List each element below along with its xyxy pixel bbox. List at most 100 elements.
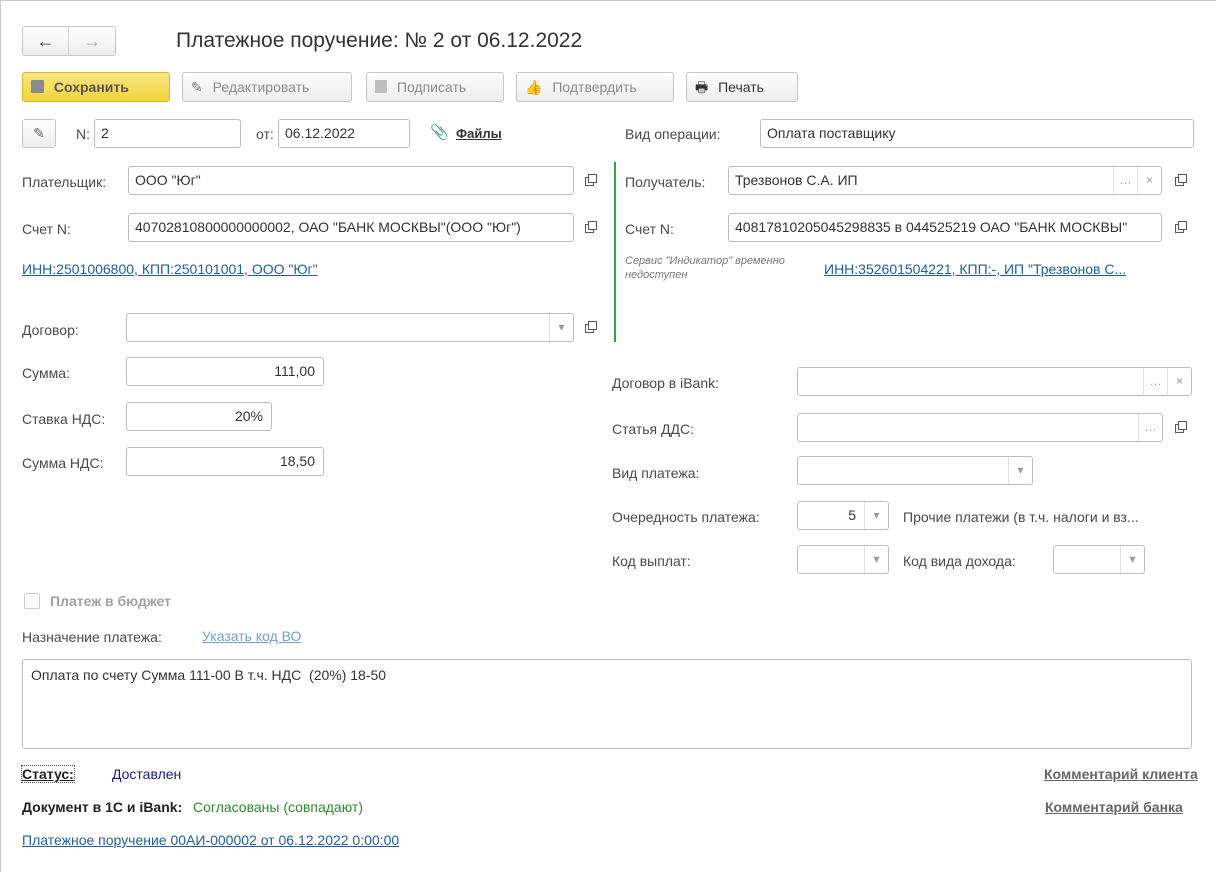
recipient-field[interactable]: Трезвонов С.А. ИП … × [728,166,1162,195]
edit-button-label: Редактировать [212,79,310,95]
payout-code-dropdown-button[interactable]: ▾ [864,546,888,573]
operation-field[interactable]: Оплата поставщику [760,119,1194,148]
payout-code-select[interactable]: ▾ [797,545,889,574]
clear-icon: × [1175,374,1183,388]
income-code-select[interactable]: ▾ [1053,545,1145,574]
number-label: N: [76,126,90,142]
status-value: Доставлен [112,766,182,782]
purpose-label: Назначение платежа: [22,629,162,645]
payer-account-field[interactable]: 40702810800000000002, ОАО "БАНК МОСКВЫ"(… [128,213,574,242]
vat-rate-label: Ставка НДС: [22,411,106,427]
payer-inn-link[interactable]: ИНН:2501006800, КПП:250101001, ООО "Юг" [22,261,318,277]
payer-account-label: Счет N: [22,221,71,237]
recipient-select-button[interactable]: … [1113,167,1137,194]
forward-button[interactable]: → [69,27,115,55]
section-divider [614,162,616,342]
purpose-textarea[interactable]: Оплата по счету Сумма 111-00 В т.ч. НДС … [22,659,1192,749]
printer-icon: 🖶 [695,79,709,95]
save-button[interactable]: Сохранить [22,72,170,102]
vat-sum-label: Сумма НДС: [22,455,104,471]
files-link[interactable]: Файлы [456,126,502,141]
ibank-contract-select-button[interactable]: … [1143,368,1167,395]
window-frame-top [0,0,1216,1]
confirm-button[interactable]: 👍 Подтвердить [516,72,674,102]
chevron-down-icon: ▾ [873,508,880,522]
contract-field[interactable]: ▾ [126,313,574,342]
open-form-icon [1174,221,1187,233]
number-input[interactable]: 2 [94,119,241,148]
date-input[interactable]: 06.12.2022 [278,119,410,148]
window-frame-left [0,0,1,872]
budget-checkbox[interactable] [24,593,40,609]
paperclip-icon: 📎 [430,124,449,141]
recipient-account-label: Счет N: [625,221,674,237]
contract-label: Договор: [22,322,79,338]
purpose-code-link[interactable]: Указать код ВО [202,628,301,644]
open-form-icon [584,321,597,333]
status-label[interactable]: Статус: [21,765,75,783]
vat-sum-input[interactable]: 18,50 [126,447,324,476]
recipient-account-field[interactable]: 40817810205045298835 в 044525219 ОАО "БА… [728,213,1162,242]
chevron-down-icon: ▾ [1129,552,1136,566]
payment-order-link[interactable]: Платежное поручение 00АИ-000002 от 06.12… [22,832,399,848]
document-compare-label: Документ в 1С и iBank: [22,799,183,815]
recipient-label: Получатель: [625,174,706,190]
open-form-icon [1174,174,1187,186]
date-label: от: [256,126,274,142]
sum-input[interactable]: 111,00 [126,357,324,386]
pencil-icon: ✎ [33,125,45,141]
dds-label: Статья ДДС: [612,421,694,437]
print-button-label: Печать [718,79,764,95]
open-form-icon [584,174,597,186]
recipient-clear-button[interactable]: × [1137,167,1161,194]
payment-type-label: Вид платежа: [612,465,700,481]
contract-open-button[interactable] [578,313,602,342]
chevron-down-icon: ▾ [873,552,880,566]
chevron-down-icon: ▾ [558,320,565,334]
payer-field[interactable]: ООО "Юг" [128,166,574,195]
budget-checkbox-label: Платеж в бюджет [50,593,172,609]
sign-button[interactable]: Подписать [366,72,504,102]
save-button-label: Сохранить [53,79,129,95]
contract-dropdown-button[interactable]: ▾ [549,314,573,341]
print-button[interactable]: 🖶 Печать [686,72,798,102]
payment-type-dropdown-button[interactable]: ▾ [1008,457,1032,484]
thumbs-up-icon: 👍 [525,79,543,95]
priority-dropdown-button[interactable]: ▾ [864,502,888,529]
recipient-open-button[interactable] [1168,166,1192,195]
chevron-down-icon: ▾ [1017,463,1024,477]
ibank-contract-clear-button[interactable]: × [1167,368,1191,395]
payer-account-open-button[interactable] [578,213,602,242]
payment-type-select[interactable]: ▾ [797,456,1033,485]
floppy-disk-icon [31,80,44,93]
client-comment-link[interactable]: Комментарий клиента [1044,766,1198,782]
sign-document-icon [375,80,387,93]
recipient-inn-link[interactable]: ИНН:352601504221, КПП:-, ИП "Трезвонов С… [824,261,1126,277]
arrow-left-icon: ← [36,31,55,51]
bank-comment-link[interactable]: Комментарий банка [1045,799,1183,815]
ibank-contract-field[interactable]: … × [797,367,1192,396]
purpose-text: Оплата по счету Сумма 111-00 В т.ч. НДС … [31,667,387,683]
priority-description: Прочие платежи (в т.ч. налоги и вз... [903,509,1139,525]
priority-select[interactable]: 5 ▾ [797,501,889,530]
vat-rate-input[interactable]: 20% [126,402,272,431]
back-button[interactable]: ← [23,27,69,55]
dds-open-button[interactable] [1168,413,1192,442]
payer-open-button[interactable] [578,166,602,195]
sign-button-label: Подписать [396,79,467,95]
sum-label: Сумма: [22,365,70,381]
recipient-account-open-button[interactable] [1168,213,1192,242]
open-form-icon [1174,421,1187,433]
clear-icon: × [1145,173,1153,187]
arrow-right-icon: → [83,31,101,51]
dds-field[interactable]: … [797,413,1163,442]
edit-button[interactable]: ✎ Редактировать [182,72,352,102]
pencil-icon: ✎ [191,79,203,95]
confirm-button-label: Подтвердить [552,79,637,95]
payer-label: Плательщик: [22,174,107,190]
edit-number-button[interactable]: ✎ [22,119,56,148]
document-compare-value: Согласованы (совпадают) [193,799,363,815]
income-code-dropdown-button[interactable]: ▾ [1120,546,1144,573]
dds-select-button[interactable]: … [1138,414,1162,441]
ibank-contract-label: Договор в iBank: [612,375,719,391]
